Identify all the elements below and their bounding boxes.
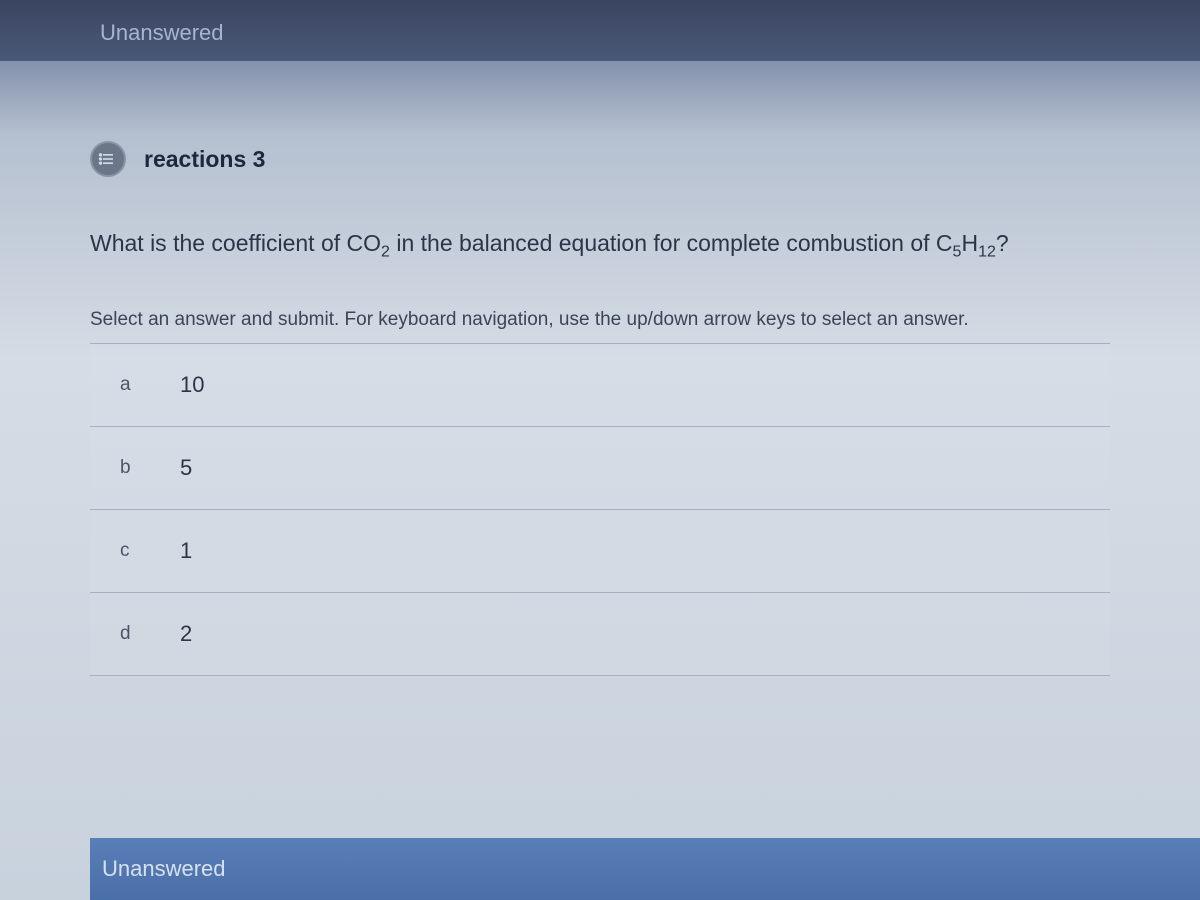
answer-value: 5 xyxy=(180,455,192,481)
question-text: What is the coefficient of CO2 in the ba… xyxy=(90,227,1110,264)
list-icon xyxy=(90,141,126,177)
answer-key: a xyxy=(120,374,140,396)
answers-container: a 10 b 5 c 1 d 2 xyxy=(90,343,1110,676)
question-header: reactions 3 xyxy=(90,141,1110,177)
bottom-status-bar: Unanswered xyxy=(90,838,1200,900)
answer-value: 1 xyxy=(180,538,192,564)
answer-key: c xyxy=(120,540,140,562)
answer-key: b xyxy=(120,457,140,479)
answer-key: d xyxy=(120,623,140,645)
top-status-bar: Unanswered xyxy=(0,0,1200,61)
answer-option-d[interactable]: d 2 xyxy=(90,593,1110,676)
answer-value: 2 xyxy=(180,621,192,647)
bottom-status-text: Unanswered xyxy=(102,856,226,881)
top-status-text: Unanswered xyxy=(100,20,224,45)
answer-value: 10 xyxy=(180,372,204,398)
question-content: reactions 3 What is the coefficient of C… xyxy=(0,61,1200,676)
answer-option-a[interactable]: a 10 xyxy=(90,344,1110,427)
instruction-text: Select an answer and submit. For keyboar… xyxy=(90,309,1110,331)
answer-option-c[interactable]: c 1 xyxy=(90,510,1110,593)
question-title: reactions 3 xyxy=(144,146,265,173)
answer-option-b[interactable]: b 5 xyxy=(90,427,1110,510)
